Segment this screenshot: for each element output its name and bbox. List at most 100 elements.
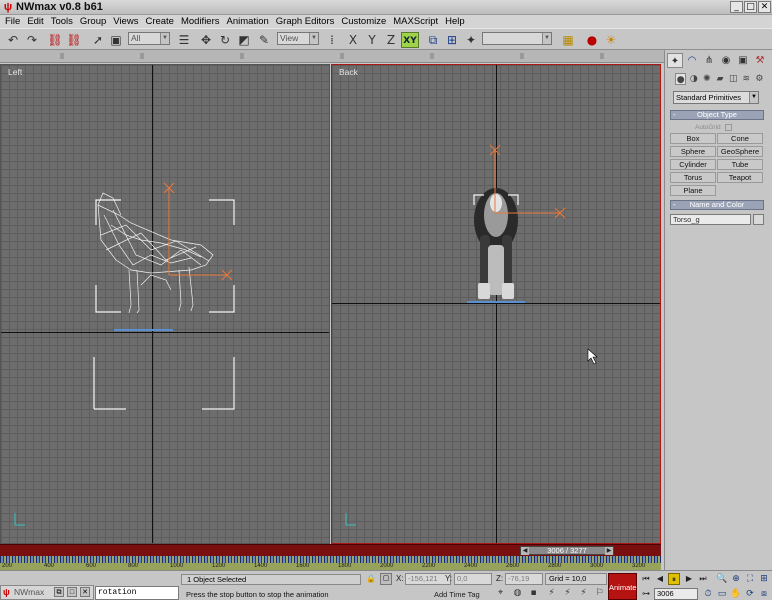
object-type-rollout[interactable]: - Object Type: [670, 110, 764, 120]
menu-tools[interactable]: Tools: [48, 16, 77, 27]
arc-rotate-icon[interactable]: ⟳: [744, 588, 756, 600]
hierarchy-tab-icon[interactable]: ⋔: [701, 53, 717, 68]
percent-snap-icon[interactable]: ▪: [528, 588, 539, 599]
select-object-icon[interactable]: ➚: [90, 32, 106, 48]
zoom-icon[interactable]: 🔍: [716, 573, 728, 585]
selection-filter-dropdown[interactable]: All ▼: [128, 32, 170, 45]
region-zoom-icon[interactable]: ▭: [716, 588, 728, 600]
track-view-icon[interactable]: ▦: [560, 32, 576, 48]
pan-icon[interactable]: ✋: [730, 588, 742, 600]
cameras-icon[interactable]: ▰: [715, 73, 726, 85]
tube-button[interactable]: Tube: [717, 159, 763, 170]
zoom-extents-all-icon[interactable]: ⊞: [758, 573, 770, 585]
viewport-left[interactable]: Left: [0, 64, 330, 544]
material-editor-icon[interactable]: ✦: [463, 32, 479, 48]
degradation-override-icon[interactable]: ⚡: [578, 588, 589, 599]
unlink-icon[interactable]: ⛓: [66, 32, 82, 48]
maximize-viewport-icon[interactable]: ⧈: [758, 588, 770, 600]
menu-help[interactable]: Help: [442, 16, 469, 27]
utilities-tab-icon[interactable]: ⚒: [752, 53, 768, 68]
zoom-all-icon[interactable]: ⊕: [730, 573, 742, 585]
teapot-button[interactable]: Teapot: [717, 172, 763, 183]
torus-button[interactable]: Torus: [670, 172, 716, 183]
primitive-category-dropdown[interactable]: Standard Primitives ▼: [673, 91, 759, 104]
mirror-icon[interactable]: ⧉: [425, 32, 441, 48]
key-mode-icon[interactable]: ⚐: [594, 588, 605, 599]
select-region-icon[interactable]: ▣: [108, 32, 124, 48]
display-tab-icon[interactable]: ▣: [735, 53, 751, 68]
restore-icon[interactable]: ⧉: [54, 587, 64, 597]
time-configuration-icon[interactable]: ⏱: [702, 588, 714, 600]
geosphere-button[interactable]: GeoSphere: [717, 146, 763, 157]
sphere-button[interactable]: Sphere: [670, 146, 716, 157]
motion-tab-icon[interactable]: ◉: [718, 53, 734, 68]
redo-icon[interactable]: ↷: [24, 32, 40, 48]
select-and-move-icon[interactable]: ✥: [198, 32, 214, 48]
name-and-color-rollout[interactable]: - Name and Color: [670, 200, 764, 210]
menu-group[interactable]: Group: [77, 16, 110, 27]
render-scene-icon[interactable]: ●: [584, 32, 600, 48]
align-icon[interactable]: ⊞: [444, 32, 460, 48]
menu-animation[interactable]: Animation: [224, 16, 273, 27]
next-frame-icon[interactable]: ▶: [683, 573, 695, 585]
go-to-end-icon[interactable]: ⏭: [697, 573, 709, 585]
spinner-snap-icon[interactable]: ⚡: [546, 588, 557, 599]
menu-maxscript[interactable]: MAXScript: [390, 16, 442, 27]
taskbar-app-button[interactable]: ψ NWmax ⧉ □ ✕: [0, 585, 94, 600]
current-frame-field[interactable]: 3006: [654, 588, 698, 600]
autogrid-checkbox[interactable]: [724, 124, 732, 131]
menu-graph-editors[interactable]: Graph Editors: [273, 16, 339, 27]
cone-button[interactable]: Cone: [717, 133, 763, 144]
stop-icon[interactable]: ⏸: [668, 573, 680, 585]
restrict-x-icon[interactable]: X: [345, 32, 361, 48]
go-to-start-icon[interactable]: ⏮: [640, 573, 652, 585]
helpers-icon[interactable]: ◫: [728, 73, 739, 85]
lock-selection-icon[interactable]: 🔒: [366, 574, 376, 584]
select-and-manipulate-icon[interactable]: ✎: [256, 32, 272, 48]
time-slider[interactable]: ◀ 3006 / 3277 ▶: [520, 546, 614, 555]
menu-file[interactable]: File: [2, 16, 24, 27]
menu-customize[interactable]: Customize: [338, 16, 390, 27]
quick-render-icon[interactable]: ☀: [603, 32, 619, 48]
menu-create[interactable]: Create: [142, 16, 178, 27]
next-frame-arrow-icon[interactable]: ▶: [605, 547, 613, 555]
add-time-tag-button[interactable]: Add Time Tag: [430, 589, 490, 600]
lights-icon[interactable]: ✺: [701, 73, 712, 85]
maximize-icon[interactable]: □: [67, 587, 77, 597]
previous-frame-icon[interactable]: ◀: [654, 573, 666, 585]
create-tab-icon[interactable]: ✦: [667, 53, 683, 68]
close-button[interactable]: ✕: [758, 1, 771, 13]
select-and-rotate-icon[interactable]: ↻: [217, 32, 233, 48]
reference-coordinate-dropdown[interactable]: View ▼: [277, 32, 319, 45]
key-mode-toggle-icon[interactable]: ⊶: [640, 588, 652, 600]
object-color-swatch[interactable]: [753, 214, 764, 225]
z-coordinate-field[interactable]: -76,19: [505, 573, 543, 585]
shapes-icon[interactable]: ◑: [688, 73, 699, 85]
y-coordinate-field[interactable]: 0,0: [454, 573, 492, 585]
restrict-xy-icon[interactable]: XY: [401, 32, 419, 48]
autogrid-option[interactable]: AutoGrid: [695, 124, 732, 131]
maximize-button[interactable]: □: [744, 1, 757, 13]
menu-modifiers[interactable]: Modifiers: [178, 16, 224, 27]
pivot-center-icon[interactable]: ⁞: [324, 32, 340, 48]
select-and-scale-icon[interactable]: ◩: [236, 32, 252, 48]
minimize-button[interactable]: _: [730, 1, 743, 13]
zoom-extents-icon[interactable]: ⛶: [744, 573, 756, 585]
close-icon[interactable]: ✕: [80, 587, 90, 597]
prev-frame-arrow-icon[interactable]: ◀: [521, 547, 529, 555]
named-selection-dropdown[interactable]: ▼: [482, 32, 552, 45]
absolute-mode-icon[interactable]: ▢: [380, 573, 392, 585]
select-by-name-icon[interactable]: ☰: [176, 32, 192, 48]
angle-snap-icon[interactable]: ◍: [512, 588, 523, 599]
maxscript-listener-field[interactable]: rotation: [95, 586, 179, 600]
undo-icon[interactable]: ↶: [5, 32, 21, 48]
systems-icon[interactable]: ⚙: [754, 73, 765, 85]
restrict-z-icon[interactable]: Z: [383, 32, 399, 48]
space-warps-icon[interactable]: ≋: [741, 73, 752, 85]
plane-button[interactable]: Plane: [670, 185, 716, 196]
box-button[interactable]: Box: [670, 133, 716, 144]
snap-toggle-icon[interactable]: ⌖: [495, 588, 506, 599]
cylinder-button[interactable]: Cylinder: [670, 159, 716, 170]
geometry-icon[interactable]: ●: [675, 73, 687, 85]
menu-edit[interactable]: Edit: [24, 16, 47, 27]
